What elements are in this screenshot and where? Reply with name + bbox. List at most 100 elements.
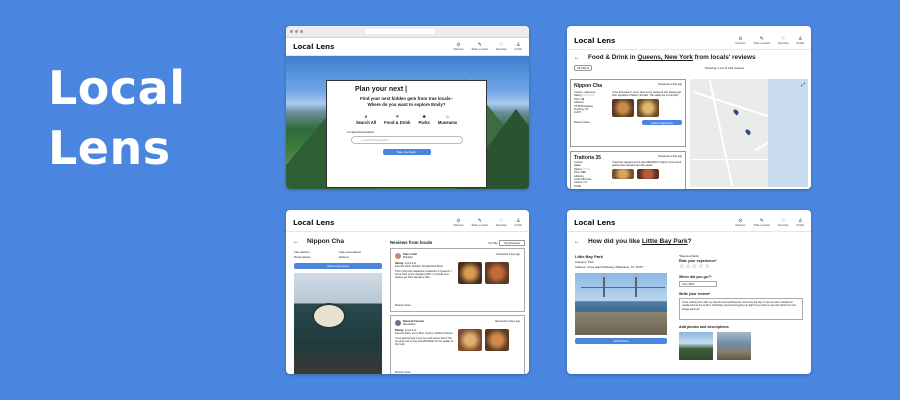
nav-profile[interactable]: ♙ Profile [515,218,522,227]
food-photo[interactable] [612,169,634,180]
nav-write-review[interactable]: ✎ Write a review [472,42,488,51]
app-logo[interactable]: Local Lens [293,43,334,51]
nav-favorites[interactable]: ♡ Favorites [495,218,507,227]
app-logo[interactable]: Local Lens [574,37,615,45]
food-photo[interactable] [485,329,509,351]
expand-map-icon[interactable]: ⤢ [801,82,805,88]
park-bridge-photo[interactable] [575,273,667,335]
app-header: Local Lens ⊙ Discover ✎ Write a review ♡ Fa… [567,32,811,50]
review-textarea[interactable]: I love visiting here with my friends and… [679,298,803,320]
nav-label: Write a review [753,223,770,227]
nav-discover[interactable]: ⊙ Discover [453,42,464,51]
uploaded-photo[interactable] [717,332,751,360]
browser-toolbar [286,26,529,38]
nav-favorites[interactable]: ♡ Favorites [778,36,789,45]
listing-photos [612,169,682,180]
review-location: Brooklyn [403,256,414,259]
window-zoom-dot[interactable] [300,30,303,33]
food-photo[interactable] [637,99,659,118]
app-logo[interactable]: Local Lens [293,219,334,227]
feature-item: Reservations [294,255,311,259]
review-header: ← How did you like Little Bay Park? [567,232,811,249]
nav-profile[interactable]: ♙ Profile [796,36,804,45]
food-photo[interactable] [485,262,509,284]
map-pin-icon[interactable] [744,128,752,136]
app-header: Local Lens ⊙ Discover ✎ Write a review ♡ Fa… [286,38,529,56]
food-photo[interactable] [612,99,634,118]
results-map[interactable]: ⤢ [690,79,808,187]
bridge-deck [581,287,665,288]
feature-item: Take reservations [339,250,361,254]
location-input[interactable]: Location/Destination [350,136,463,144]
nav-discover[interactable]: ⊙ Discover [453,218,464,227]
visit-date-input[interactable]: June 2023 [679,281,717,287]
title-prefix: How did you like [588,238,642,245]
sort-select[interactable]: Top Reviews [499,239,525,246]
title-place-link[interactable]: Little Bay Park [642,238,688,245]
all-filters-button[interactable]: All Filters [574,65,593,71]
nav-favorites[interactable]: ♡ Favorites [778,218,789,227]
nav-discover[interactable]: ⊙ Discover [735,36,745,45]
back-arrow-icon[interactable]: ← [293,239,299,245]
listing-card[interactable]: Nippon Cha Reviewed 1 day ago Cuisine: Ja… [570,79,686,147]
app-header: Local Lens ⊙ Discover ✎ Write a review ♡ Fa… [567,214,811,232]
listing-snippet: I love this place! I come here every wee… [612,91,682,98]
avatar[interactable] [395,320,401,326]
nav-profile[interactable]: ♙ Profile [797,218,804,227]
add-photos-button[interactable]: Add Photos [575,338,667,344]
star-rating-input[interactable]: ☆☆☆☆☆ [679,263,803,270]
feature-item: Delivery [339,255,350,259]
category-food-drink[interactable]: ⑂ Food & Drink [384,114,410,125]
window-minimize-dot[interactable] [295,30,298,33]
nav-write-review[interactable]: ✎ Write a review [754,36,770,45]
listing-details: Cuisine: Japanese Rating: ☆☆☆☆☆ Price: $… [574,91,608,117]
review-favorite-dish: Favorite Dish: Curry Rice, Gyoza, Chicke… [395,332,453,335]
nav-write-review[interactable]: ✎ Write a review [472,218,488,227]
avatar[interactable] [395,253,401,259]
nav-favorites[interactable]: ♡ Favorites [495,42,507,51]
nav-label: Favorites [495,47,507,51]
restaurant-title: Nippon Cha [307,238,344,245]
review-location: Manhattan [403,323,416,326]
back-arrow-icon[interactable]: ← [574,55,580,61]
add-to-favorites-button[interactable]: Add to Favorites [294,263,382,269]
nav-label: Discover [453,47,464,51]
take-me-there-button[interactable]: Take me there! [382,149,431,155]
restaurant-storefront-photo[interactable] [294,273,382,374]
listing-details: Cuisine: Italian Rating: ☆☆☆ Price: $$$ … [574,161,608,188]
listing-name[interactable]: Nippon Cha [574,83,602,89]
address-bar[interactable] [365,29,435,34]
storefront-sign [312,303,346,329]
nav-label: Favorites [495,223,507,227]
category-parks[interactable]: ♣ Parks [418,114,429,125]
hero-title-line1: Local [48,61,186,115]
category-label: Parks [418,120,430,125]
map-pin-icon[interactable] [732,108,740,116]
food-photo[interactable] [458,329,482,351]
photos-question: Add photos and descriptions [679,325,729,329]
listing-card[interactable]: Trattoria 35 Reviewed 1 day ago Cuisine: … [570,151,686,189]
category-museums[interactable]: ⌂ Museums [438,114,457,125]
nav-write-review[interactable]: ✎ Write a review [753,218,770,227]
food-photo[interactable] [637,169,659,180]
review-body: I love getting their curry rice and rame… [395,337,454,347]
main-nav: ⊙ Discover ✎ Write a review ♡ Favorites ♙ Pr… [453,218,522,227]
add-to-favorites-button[interactable]: Add to Favorites [642,120,682,126]
review-date: Reviewed 1 day ago [496,253,520,256]
nav-profile[interactable]: ♙ Profile [515,42,522,51]
app-header: Local Lens ⊙ Discover ✎ Write a review ♡ Fa… [286,214,529,232]
uploaded-photo[interactable] [679,332,713,360]
nav-discover[interactable]: ⊙ Discover [735,218,745,227]
nav-label: Discover [453,223,464,227]
title-place-link[interactable]: Queens, New York [637,54,693,61]
review-body: This is the best Japanese restaurant in … [395,270,452,280]
category-search-all[interactable]: ⌕ Search All [356,114,376,125]
back-arrow-icon[interactable]: ← [574,239,580,245]
title-suffix: ? [687,238,692,245]
window-close-dot[interactable] [290,30,293,33]
app-logo[interactable]: Local Lens [574,219,615,227]
filter-row: All Filters Showing 1 out of 120 reviews [567,65,811,71]
nav-label: Profile [796,41,804,45]
food-photo[interactable] [458,262,482,284]
detail-line: 11373 [574,111,582,115]
